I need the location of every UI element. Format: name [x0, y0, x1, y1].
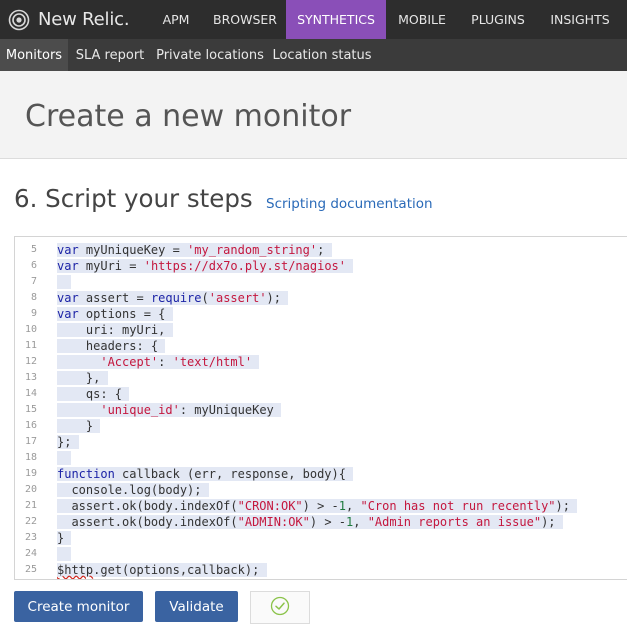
line-number: 12 — [24, 356, 37, 367]
code-text: 'Accept': 'text/html' — [57, 354, 260, 370]
line-number: 9 — [30, 308, 37, 319]
code-line[interactable]: 20 console.log(body); — [15, 482, 627, 498]
code-text: var options = { — [57, 306, 173, 322]
new-relic-logo-icon — [8, 9, 30, 31]
code-line[interactable]: 6 var myUri = 'https://dx7o.ply.st/nagios… — [15, 258, 627, 274]
code-text — [57, 274, 72, 290]
code-text: 'unique_id': myUniqueKey — [57, 402, 281, 418]
create-monitor-button[interactable]: Create monitor — [14, 591, 143, 622]
page-title: Create a new monitor — [25, 99, 352, 134]
line-number: 25 — [24, 564, 37, 575]
code-text — [57, 450, 72, 466]
code-text: qs: { — [57, 386, 130, 402]
line-number: 8 — [30, 292, 37, 303]
nav-mobile[interactable]: MOBILE — [386, 0, 458, 39]
nav-apm[interactable]: APM — [147, 0, 205, 39]
nav-synthetics[interactable]: SYNTHETICS — [286, 0, 386, 39]
line-number: 21 — [24, 500, 37, 511]
line-number: 20 — [24, 484, 37, 495]
line-number: 16 — [24, 420, 37, 431]
code-text: $http.get(options,callback); — [57, 562, 267, 578]
subnav-sla-report[interactable]: SLA report — [72, 39, 148, 71]
code-line[interactable]: 13 }, — [15, 370, 627, 386]
code-line[interactable]: 18 — [15, 450, 627, 466]
line-number: 23 — [24, 532, 37, 543]
line-number: 17 — [24, 436, 37, 447]
subnav-private-locations[interactable]: Private locations — [156, 39, 264, 71]
code-line[interactable]: 22 assert.ok(body.indexOf("ADMIN:OK") > … — [15, 514, 627, 530]
check-circle-icon — [270, 596, 290, 620]
code-text: } — [57, 418, 101, 434]
code-line[interactable]: 15 'unique_id': myUniqueKey — [15, 402, 627, 418]
line-number: 19 — [24, 468, 37, 479]
code-line[interactable]: 23} — [15, 530, 627, 546]
code-line[interactable]: 12 'Accept': 'text/html' — [15, 354, 627, 370]
code-text: console.log(body); — [57, 482, 209, 498]
line-number: 13 — [24, 372, 37, 383]
code-text: assert.ok(body.indexOf("CRON:OK") > -1, … — [57, 498, 578, 514]
code-text: var myUri = 'https://dx7o.ply.st/nagios' — [57, 258, 354, 274]
new-relic-logo[interactable]: New Relic. — [8, 0, 130, 39]
code-line[interactable]: 17}; — [15, 434, 627, 450]
code-text: }; — [57, 434, 79, 450]
code-line[interactable]: 14 qs: { — [15, 386, 627, 402]
line-number: 10 — [24, 324, 37, 335]
code-text: } — [57, 530, 72, 546]
line-number: 11 — [24, 340, 37, 351]
page-header: Create a new monitor — [0, 71, 627, 159]
nav-insights[interactable]: INSIGHTS — [540, 0, 620, 39]
code-line[interactable]: 10 uri: myUri, — [15, 322, 627, 338]
line-number: 18 — [24, 452, 37, 463]
code-line[interactable]: 19 function callback (err, response, body… — [15, 466, 627, 482]
code-line[interactable]: 8 var assert = require('assert'); — [15, 290, 627, 306]
code-text: }, — [57, 370, 108, 386]
line-number: 5 — [30, 244, 37, 255]
code-line[interactable]: 11 headers: { — [15, 338, 627, 354]
code-line[interactable]: 25 $http.get(options,callback); — [15, 562, 627, 578]
validate-button[interactable]: Validate — [155, 591, 238, 622]
validation-status — [250, 591, 310, 624]
code-line[interactable]: 21 assert.ok(body.indexOf("CRON:OK") > -… — [15, 498, 627, 514]
nav-browser[interactable]: BROWSER — [205, 0, 285, 39]
line-number: 6 — [30, 260, 37, 271]
line-number: 7 — [30, 276, 37, 287]
code-line[interactable]: 9 var options = { — [15, 306, 627, 322]
code-text: headers: { — [57, 338, 166, 354]
line-number: 22 — [24, 516, 37, 527]
code-line[interactable]: 16 } — [15, 418, 627, 434]
sub-navigation-bar: Monitors SLA report Private locations Lo… — [0, 39, 627, 71]
nav-plugins[interactable]: PLUGINS — [461, 0, 535, 39]
code-line[interactable]: 5 var myUniqueKey = 'my_random_string'; — [15, 242, 627, 258]
code-text: var assert = require('assert'); — [57, 290, 289, 306]
code-text: var myUniqueKey = 'my_random_string'; — [57, 242, 332, 258]
scripting-documentation-link[interactable]: Scripting documentation — [266, 196, 433, 212]
script-editor[interactable]: 5 var myUniqueKey = 'my_random_string'; 6… — [14, 236, 627, 580]
brand-name: New Relic. — [38, 9, 130, 30]
top-navigation-bar: New Relic. APM BROWSER SYNTHETICS MOBILE… — [0, 0, 627, 39]
subnav-monitors[interactable]: Monitors — [0, 39, 68, 71]
code-text: assert.ok(body.indexOf("ADMIN:OK") > -1,… — [57, 514, 563, 530]
line-number: 15 — [24, 404, 37, 415]
line-number: 14 — [24, 388, 37, 399]
code-text: function callback (err, response, body){ — [57, 466, 354, 482]
subnav-location-status[interactable]: Location status — [272, 39, 372, 71]
code-text — [57, 546, 72, 562]
code-line[interactable]: 7 — [15, 274, 627, 290]
code-text: uri: myUri, — [57, 322, 173, 338]
section-title: 6. Script your steps — [14, 184, 253, 213]
code-line[interactable]: 24 — [15, 546, 627, 562]
line-number: 24 — [24, 548, 37, 559]
